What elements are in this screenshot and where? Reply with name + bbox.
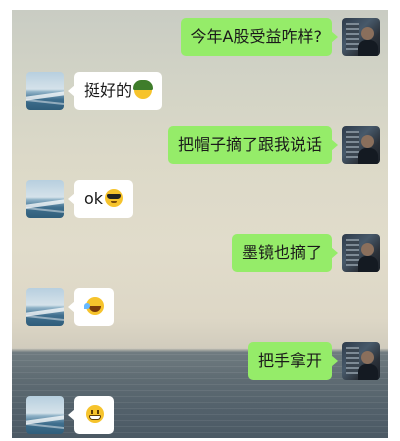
my-avatar[interactable]: [342, 342, 380, 380]
message-row: 今年A股受益咋样?: [12, 18, 388, 58]
message-text: 墨镜也摘了: [241, 243, 322, 262]
message-bubble-received[interactable]: 挺好的: [67, 72, 163, 110]
message-text: 把手拿开: [257, 351, 322, 370]
message-text: ok: [84, 189, 104, 208]
message-text: 挺好的: [84, 81, 133, 100]
message-row: [12, 288, 388, 328]
helmet-face-emoji-icon: [133, 80, 154, 99]
contact-avatar[interactable]: [26, 396, 64, 434]
message-bubble-received[interactable]: [68, 288, 114, 326]
message-bubble-sent[interactable]: 墨镜也摘了: [231, 234, 339, 272]
sunglasses-face-emoji-icon: [105, 189, 124, 207]
message-row: 把手拿开: [12, 342, 388, 382]
message-row: 把帽子摘了跟我说话: [12, 126, 388, 166]
message-bubble-sent[interactable]: 把手拿开: [247, 342, 339, 380]
contact-avatar[interactable]: [26, 72, 64, 110]
contact-avatar[interactable]: [26, 288, 64, 326]
message-bubble-sent[interactable]: 今年A股受益咋样?: [180, 18, 339, 56]
message-row: 挺好的: [12, 72, 388, 112]
message-text: 今年A股受益咋样?: [190, 27, 322, 46]
tears-of-joy-emoji-icon: [84, 297, 104, 315]
my-avatar[interactable]: [342, 126, 380, 164]
chat-window: 今年A股受益咋样? 挺好的 把帽子摘了跟我说话 ok 墨镜也摘了 把手拿开: [12, 10, 388, 438]
message-row: ok: [12, 180, 388, 220]
message-row: 墨镜也摘了: [12, 234, 388, 274]
message-bubble-received[interactable]: [68, 396, 114, 434]
my-avatar[interactable]: [342, 18, 380, 56]
my-avatar[interactable]: [342, 234, 380, 272]
message-text: 把帽子摘了跟我说话: [177, 135, 322, 154]
message-bubble-received[interactable]: ok: [67, 180, 134, 218]
message-bubble-sent[interactable]: 把帽子摘了跟我说话: [167, 126, 339, 164]
grimacing-face-emoji-icon: [86, 405, 104, 423]
contact-avatar[interactable]: [26, 180, 64, 218]
message-row: [12, 396, 388, 436]
